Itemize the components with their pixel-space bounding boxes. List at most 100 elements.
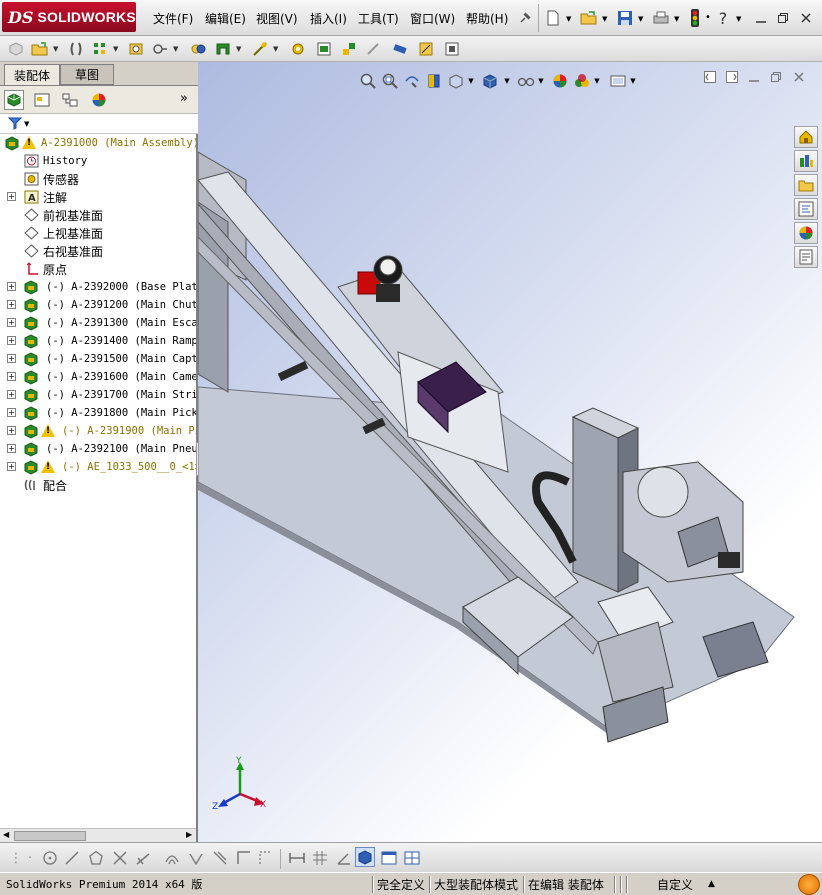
tree-item-origin[interactable]: 原点 — [0, 260, 196, 278]
custom-properties-icon[interactable] — [794, 246, 818, 268]
assembly-features-icon[interactable] — [213, 39, 233, 59]
bill-of-materials-icon[interactable] — [314, 39, 334, 59]
more-options-icon[interactable]: • — [705, 12, 711, 23]
circle-icon[interactable] — [40, 848, 60, 868]
tree-component[interactable]: + (-) A-2391600 (Main Camera — [0, 368, 196, 386]
scrollbar-thumb[interactable] — [14, 831, 86, 841]
tree-item-top-plane[interactable]: 上视基准面 — [0, 224, 196, 242]
menu-insert[interactable]: 插入(I) — [310, 10, 347, 27]
help-question-icon[interactable]: ? — [714, 7, 732, 29]
hole-alignment-icon[interactable] — [442, 39, 462, 59]
filter-funnel-icon[interactable] — [7, 116, 23, 133]
minimize-window-icon[interactable] — [752, 7, 770, 29]
tree-component[interactable]: + (-) A-2391300 (Main Escape — [0, 314, 196, 332]
menu-window[interactable]: 窗口(W) — [410, 10, 455, 27]
solidworks-resources-home-icon[interactable] — [794, 126, 818, 148]
appearances-scenes-icon[interactable] — [794, 222, 818, 244]
close-window-icon[interactable] — [797, 7, 815, 29]
chevron-down-icon[interactable]: ▼ — [273, 45, 278, 53]
configuration-manager-tab-icon[interactable] — [60, 90, 80, 110]
unit-system-up-arrow-icon[interactable]: ▲ — [708, 875, 715, 893]
trim-entities-icon[interactable] — [110, 848, 130, 868]
menu-tools[interactable]: 工具(T) — [358, 10, 399, 27]
tree-component[interactable]: + (-) A-2391200 (Main Chute — [0, 296, 196, 314]
restore-window-icon[interactable] — [774, 7, 792, 29]
chevron-down-icon[interactable]: ▼ — [638, 15, 643, 23]
show-hidden-components-icon[interactable] — [188, 39, 208, 59]
line-icon[interactable] — [62, 848, 82, 868]
view-palette-icon[interactable] — [794, 198, 818, 220]
chevron-down-icon[interactable]: ▼ — [674, 15, 679, 23]
offset-entities-icon[interactable] — [162, 848, 182, 868]
exploded-view-icon[interactable] — [339, 39, 359, 59]
tree-item-sensors[interactable]: 传感器 — [0, 170, 196, 188]
tree-item-right-plane[interactable]: 右视基准面 — [0, 242, 196, 260]
tree-component[interactable]: + ! (-) AE_1033_500__0_<1> — [0, 458, 196, 476]
tab-assembly[interactable]: 装配体 — [4, 64, 60, 85]
point-icon[interactable]: · — [20, 848, 40, 868]
chevron-down-icon[interactable]: ▼ — [53, 45, 58, 53]
3d-assembly-model[interactable] — [198, 62, 822, 842]
chevron-down-icon[interactable]: ▼ — [602, 15, 607, 23]
smart-dimension-icon[interactable] — [287, 848, 307, 868]
chevron-down-icon[interactable]: ▼ — [173, 45, 178, 53]
file-explorer-icon[interactable] — [794, 174, 818, 196]
smart-fasteners-icon[interactable] — [126, 39, 146, 59]
expand-toggle-icon[interactable]: + — [7, 444, 16, 453]
expand-toggle-icon[interactable]: + — [7, 354, 16, 363]
display-manager-tab-icon[interactable] — [89, 90, 109, 110]
tree-component[interactable]: + (-) A-2391800 (Main Pickup — [0, 404, 196, 422]
tree-component[interactable]: + (-) A-2391400 (Main Ramp A — [0, 332, 196, 350]
save-icon[interactable] — [614, 7, 636, 29]
chevron-down-icon[interactable]: ▼ — [736, 15, 741, 23]
scroll-right-arrow-icon[interactable]: ▶ — [186, 830, 192, 839]
menu-file[interactable]: 文件(F) — [153, 10, 193, 27]
expand-toggle-icon[interactable]: + — [7, 408, 16, 417]
expand-toggle-icon[interactable]: + — [7, 336, 16, 345]
new-part-icon[interactable] — [6, 39, 26, 59]
tree-item-annotations[interactable]: + A 注解 — [0, 188, 196, 206]
expand-toggle-icon[interactable]: + — [7, 426, 16, 435]
polygon-icon[interactable] — [86, 848, 106, 868]
design-library-icon[interactable] — [794, 150, 818, 172]
chevron-down-icon[interactable]: ▼ — [566, 15, 571, 23]
expand-toggle-icon[interactable]: + — [7, 462, 16, 471]
solidworks-logo[interactable]: DS SOLIDWORKS — [2, 2, 136, 32]
print-icon[interactable] — [650, 7, 672, 29]
tree-item-history[interactable]: History — [0, 152, 196, 170]
extend-entities-icon[interactable] — [133, 848, 153, 868]
angle-icon[interactable] — [334, 848, 354, 868]
unit-system-selector[interactable]: 自定义 — [657, 875, 693, 893]
new-motion-study-icon[interactable] — [288, 39, 308, 59]
single-view-icon[interactable] — [379, 848, 399, 868]
expand-panel-icon[interactable]: » — [180, 91, 188, 106]
menu-edit[interactable]: 编辑(E) — [205, 10, 246, 27]
four-view-icon[interactable] — [402, 848, 422, 868]
insert-component-icon[interactable] — [30, 39, 50, 59]
chevron-down-icon[interactable]: ▼ — [24, 120, 29, 128]
explode-line-sketch-icon[interactable] — [363, 39, 383, 59]
tree-root-assembly[interactable]: ! A-2391000 (Main Assembly) — [0, 134, 196, 152]
tree-component[interactable]: + (-) A-2392100 (Main Pneum — [0, 440, 196, 458]
sketch-fillet-icon[interactable] — [210, 848, 230, 868]
horizontal-scrollbar[interactable]: ◀ ▶ — [0, 828, 196, 842]
expand-toggle-icon[interactable]: + — [7, 372, 16, 381]
feature-tree-tab-icon[interactable] — [4, 90, 24, 110]
tab-sketch[interactable]: 草图 — [60, 64, 114, 85]
menu-help[interactable]: 帮助(H) — [466, 10, 508, 27]
reference-geometry-icon[interactable] — [250, 39, 270, 59]
expand-toggle-icon[interactable]: + — [7, 192, 16, 201]
new-document-icon[interactable] — [543, 7, 563, 29]
expand-toggle-icon[interactable]: + — [7, 318, 16, 327]
tree-component[interactable]: + (-) A-2392000 (Base Plate — [0, 278, 196, 296]
chevron-down-icon[interactable]: ▼ — [236, 45, 241, 53]
mate-icon[interactable] — [66, 39, 86, 59]
property-manager-tab-icon[interactable] — [32, 90, 52, 110]
linear-pattern-icon[interactable] — [90, 39, 110, 59]
3d-view-toggle-icon[interactable] — [355, 847, 375, 867]
expand-toggle-icon[interactable]: + — [7, 300, 16, 309]
scroll-left-arrow-icon[interactable]: ◀ — [3, 830, 9, 839]
clearance-verification-icon[interactable] — [416, 39, 436, 59]
rebuild-traffic-light-icon[interactable] — [687, 7, 703, 29]
menu-view[interactable]: 视图(V) — [256, 10, 298, 27]
